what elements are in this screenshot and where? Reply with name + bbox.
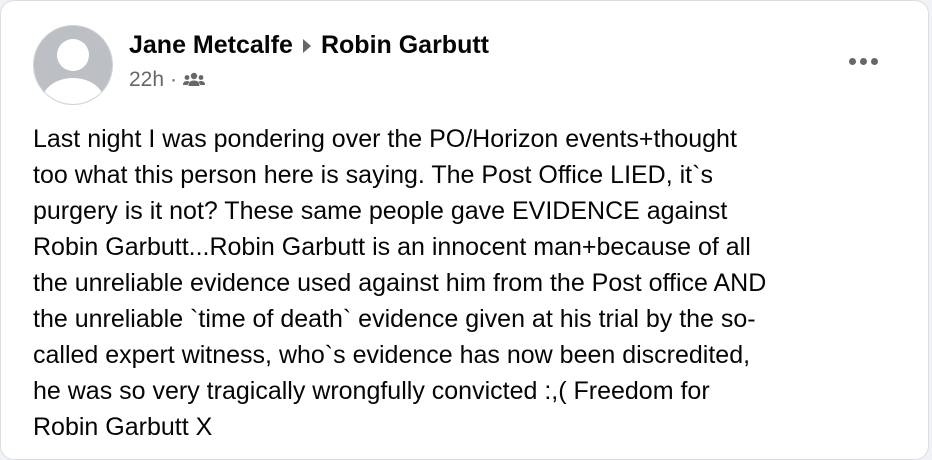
post-meta: 22h · (129, 67, 206, 95)
meta-separator: · (170, 68, 178, 91)
more-options-icon (870, 57, 878, 65)
post-card: Jane Metcalfe Robin Garbutt 22h · Last n… (0, 0, 929, 460)
avatar-head-shape (57, 39, 89, 71)
recipient-name-link[interactable]: Robin Garbutt (321, 29, 489, 61)
post-body-text: Last night I was pondering over the PO/H… (33, 125, 767, 441)
author-avatar[interactable] (33, 25, 113, 105)
friends-icon[interactable] (183, 69, 206, 95)
post-header: Jane Metcalfe Robin Garbutt (129, 29, 489, 61)
post-timestamp[interactable]: 22h (129, 67, 164, 93)
more-options-icon (859, 57, 867, 65)
more-options-button[interactable] (837, 41, 889, 81)
author-name-link[interactable]: Jane Metcalfe (129, 29, 293, 61)
avatar-body-shape (42, 78, 104, 104)
friends-icon-svg (183, 72, 206, 86)
more-options-icon (848, 57, 856, 65)
arrow-right-icon (302, 39, 311, 53)
